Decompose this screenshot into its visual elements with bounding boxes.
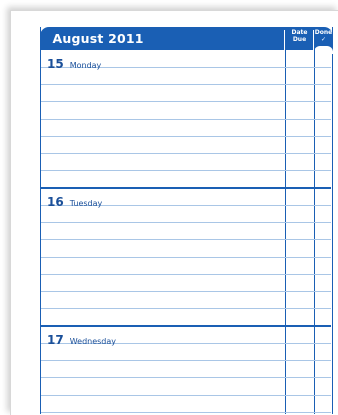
- ruled-line: [41, 84, 331, 86]
- day-header-wednesday: 17 Wednesday: [47, 329, 117, 347]
- day-header-tuesday: 16 Tuesday: [47, 191, 103, 209]
- ruled-line: [41, 118, 331, 120]
- day-header-monday: 15 Monday: [47, 53, 102, 71]
- ruled-line: [41, 411, 331, 413]
- ruled-line: [41, 394, 331, 396]
- ruled-line: [41, 101, 331, 103]
- day-divider: [41, 325, 331, 327]
- day-number: 16: [47, 195, 64, 209]
- ruled-line: [41, 273, 331, 275]
- weekly-planner: August 2011 Date Due Done ✓ 15 Monday 16 Tue…: [39, 27, 333, 414]
- day-number: 15: [47, 57, 64, 71]
- month-title: August 2011: [52, 31, 144, 46]
- done-column-header: Done ✓: [315, 29, 333, 43]
- ruled-line: [41, 153, 331, 154]
- done-column-cap: [314, 46, 333, 54]
- day-name: Wednesday: [69, 337, 117, 346]
- day-name: Tuesday: [69, 199, 103, 208]
- ruled-line: [41, 135, 331, 137]
- ruled-line: [41, 291, 331, 292]
- day-number: 17: [47, 333, 64, 347]
- day-name: Monday: [69, 61, 102, 70]
- ruled-line: [41, 360, 331, 362]
- day-divider: [41, 187, 331, 189]
- date-due-label-2: Due: [292, 35, 307, 43]
- planner-header: August 2011 Date Due Done ✓: [39, 27, 333, 50]
- ruled-line: [41, 239, 331, 241]
- ruled-line: [41, 222, 331, 224]
- ruled-line: [41, 308, 331, 310]
- date-due-column-header: Date Due: [286, 29, 314, 43]
- ruled-line: [41, 170, 331, 172]
- ruled-line: [41, 377, 331, 379]
- check-icon: ✓: [320, 35, 327, 43]
- ruled-line: [41, 256, 331, 258]
